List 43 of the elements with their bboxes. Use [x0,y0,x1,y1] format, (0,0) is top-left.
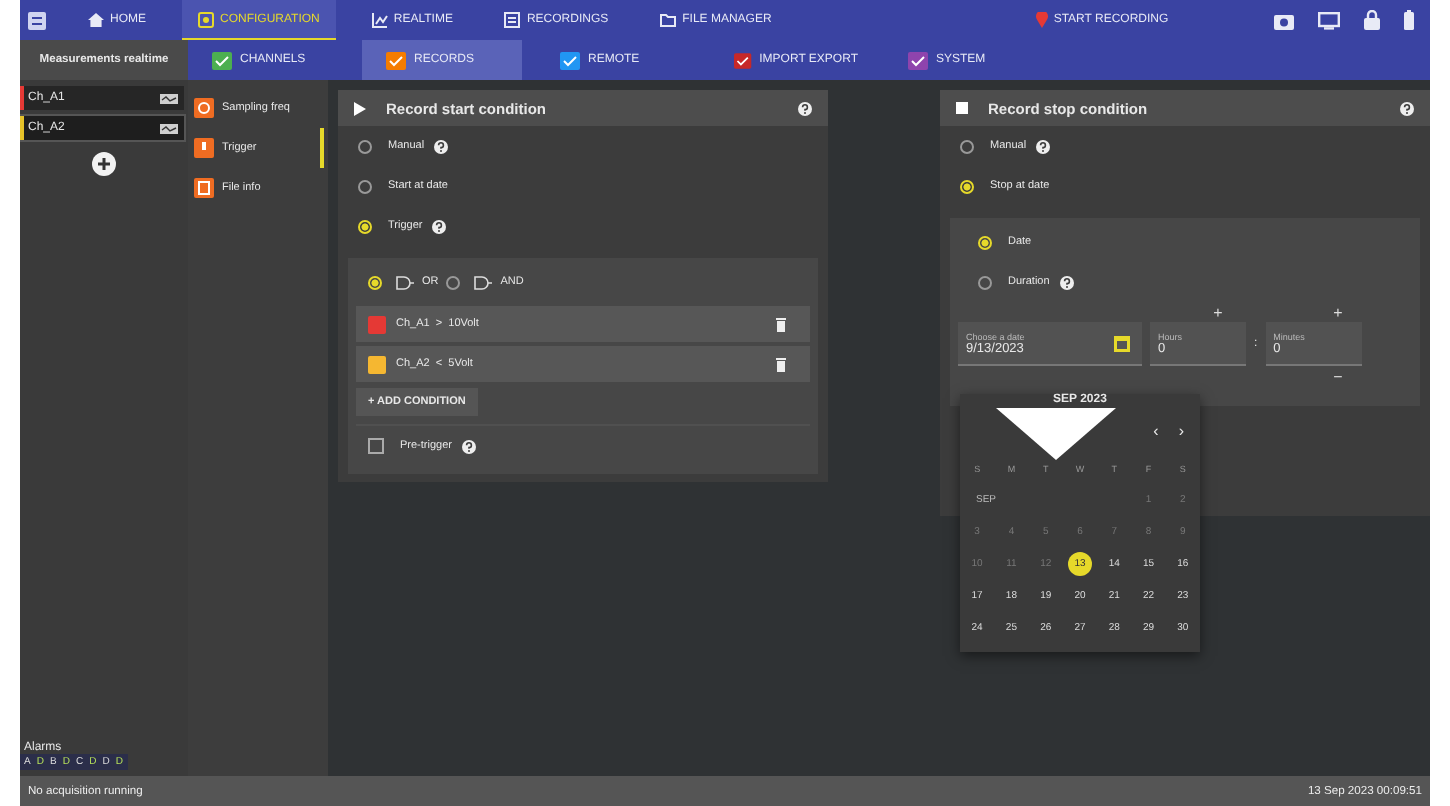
battery-icon [1404,10,1414,30]
home-icon [88,12,104,28]
radio-button[interactable] [358,219,372,233]
radio-button[interactable] [358,179,372,193]
logic-gate-icon [396,275,414,289]
pointer-triangle [996,408,1116,460]
delete-icon[interactable] [776,357,786,371]
next-month-button[interactable]: › [1178,421,1184,439]
help-icon[interactable] [798,101,812,115]
play-icon [354,101,366,115]
help-icon[interactable] [1059,275,1074,289]
camera-icon[interactable] [1274,11,1294,29]
monitor-icon[interactable] [1318,11,1340,29]
help-icon[interactable] [1400,101,1414,115]
chart-icon [371,12,388,28]
help-icon[interactable] [461,439,476,453]
radio-button[interactable] [358,139,372,153]
pin-icon [1035,12,1048,28]
help-icon[interactable] [1036,139,1051,153]
help-icon[interactable] [434,139,449,153]
lock-icon[interactable] [1364,10,1380,30]
checkbox[interactable] [368,438,384,454]
waveform-icon [160,123,178,133]
help-icon[interactable] [432,219,447,233]
calendar-icon[interactable] [1114,336,1130,352]
increment-button[interactable]: + [1333,303,1343,321]
radio-button[interactable] [446,275,461,289]
increment-button[interactable]: + [1213,303,1223,321]
radio-button[interactable] [978,235,992,249]
radio-button[interactable] [960,179,974,193]
decrement-button[interactable]: − [1333,367,1343,385]
radio-button[interactable] [960,139,974,153]
folder-icon [660,12,677,28]
logic-gate-icon [474,275,493,289]
previous-month-button[interactable]: ‹ [1153,421,1159,439]
document-icon [194,178,214,198]
stop-icon [956,102,968,114]
radio-button[interactable] [978,275,992,289]
add-icon[interactable] [92,152,116,176]
radio-button[interactable] [368,275,382,289]
waveform-icon [160,93,178,103]
list-icon [504,12,521,28]
delete-icon[interactable] [776,317,786,331]
